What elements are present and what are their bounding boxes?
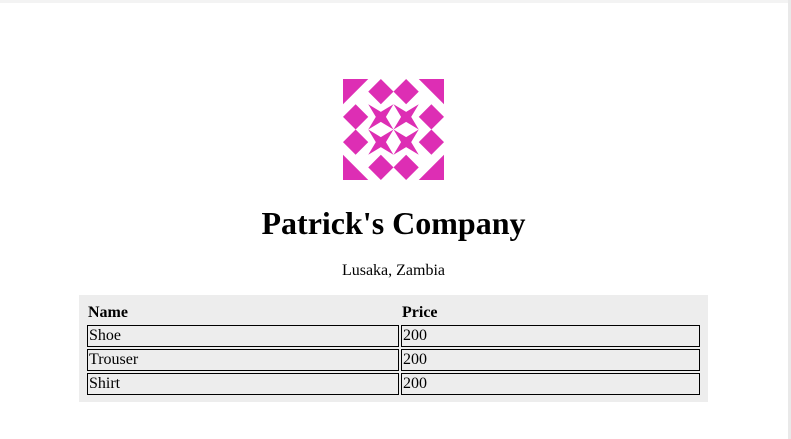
logo-shape — [368, 79, 394, 105]
logo-shape — [418, 154, 444, 180]
product-name-cell: Shirt — [87, 373, 399, 395]
logo-shape — [393, 79, 419, 105]
logo-shape — [343, 79, 369, 105]
logo-shape — [393, 104, 419, 130]
product-price-cell: 200 — [401, 349, 700, 371]
product-price-cell: 200 — [401, 373, 700, 395]
company-location: Lusaka, Zambia — [341, 262, 446, 279]
logo-shape — [393, 129, 419, 155]
logo-shape — [418, 129, 444, 155]
products-table: Name Price Shoe 200 Trouser 200 Shirt 20… — [85, 301, 702, 397]
products-table-container: Name Price Shoe 200 Trouser 200 Shirt 20… — [79, 295, 708, 402]
logo-shape — [368, 129, 394, 155]
product-price-cell: 200 — [401, 325, 700, 347]
page-title: Patrick's Company — [261, 205, 526, 241]
geometric-avatar-icon — [343, 79, 444, 180]
table-header-row: Name Price — [87, 303, 700, 323]
name-column-header: Name — [88, 304, 128, 321]
price-column-header: Price — [402, 304, 438, 321]
table-row: Shirt 200 — [87, 373, 700, 395]
top-edge — [0, 0, 791, 3]
logo-shape — [368, 154, 394, 180]
logo-shape — [368, 104, 394, 130]
table-row: Shoe 200 — [87, 325, 700, 347]
logo-shape — [343, 129, 369, 155]
table-row: Trouser 200 — [87, 349, 700, 371]
logo-shape — [393, 154, 419, 180]
logo-shape — [418, 79, 444, 105]
logo-shape — [343, 154, 369, 180]
logo-shape — [343, 104, 369, 130]
logo-shape — [418, 104, 444, 130]
product-name-cell: Trouser — [87, 349, 399, 371]
page: Patrick's Company Lusaka, Zambia Name Pr… — [0, 0, 791, 439]
product-name-cell: Shoe — [87, 325, 399, 347]
